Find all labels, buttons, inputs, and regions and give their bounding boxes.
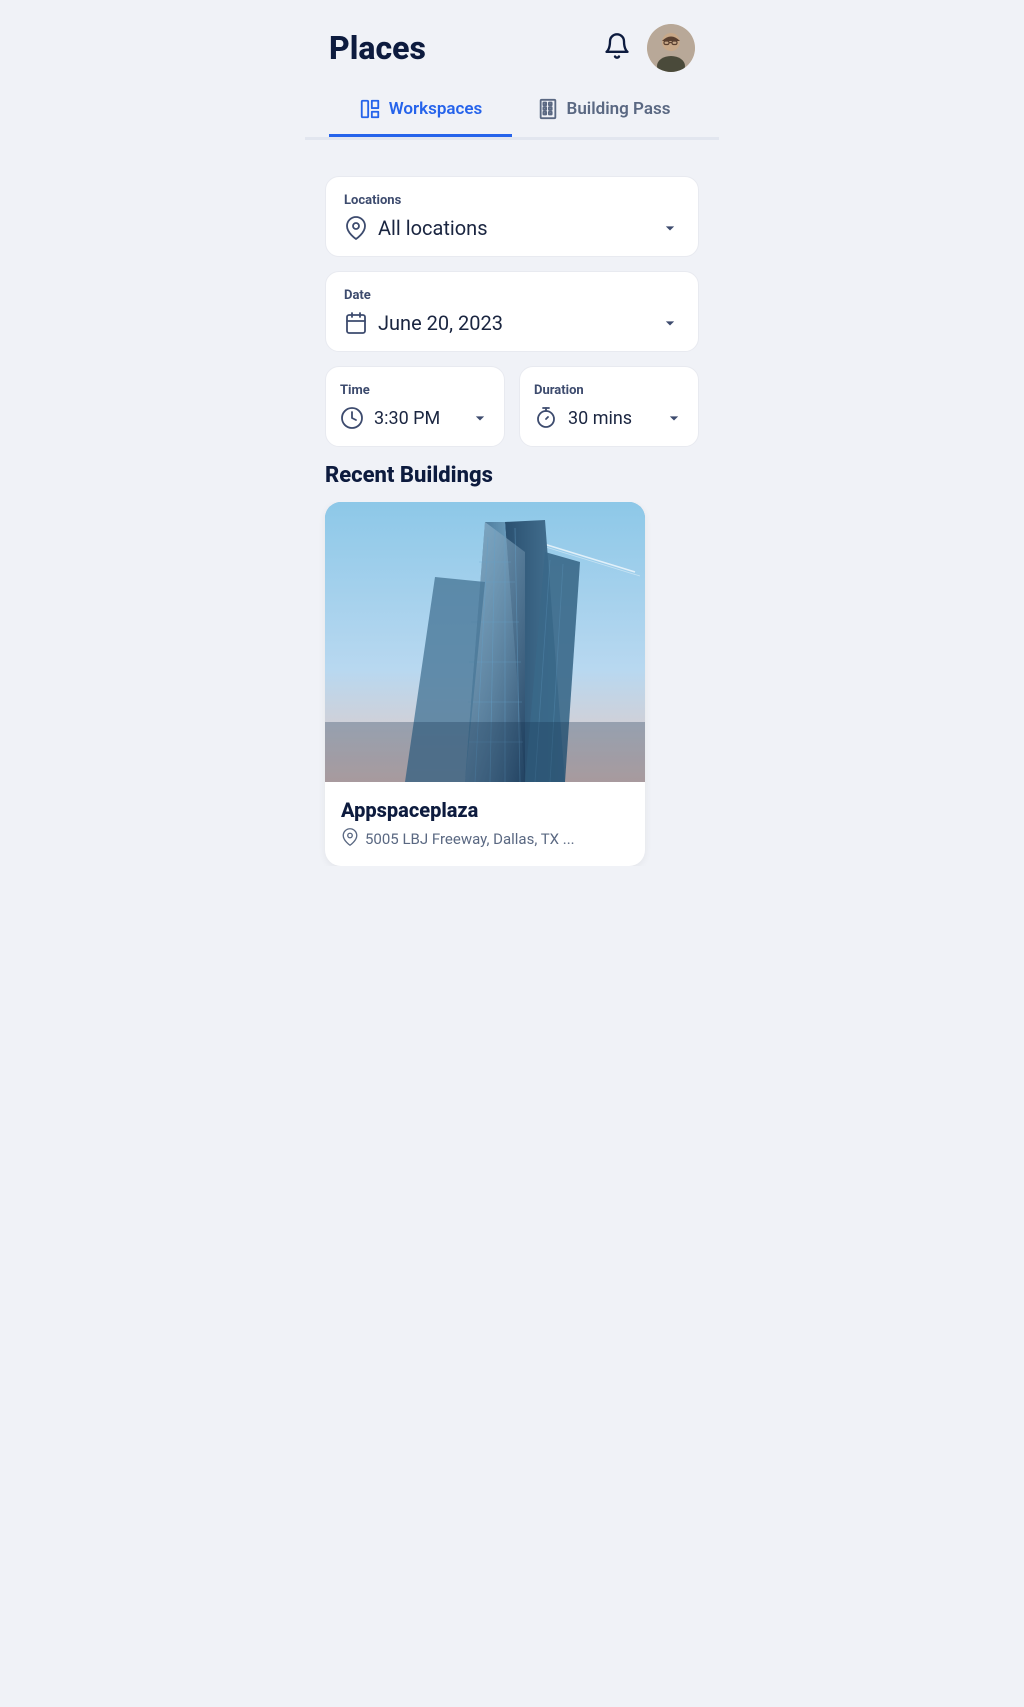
tabs-container: Workspaces bbox=[305, 84, 719, 137]
building-address: 5005 LBJ Freeway, Dallas, TX ... bbox=[365, 830, 575, 848]
duration-filter[interactable]: Duration 30 mins bbox=[519, 366, 699, 447]
avatar[interactable] bbox=[647, 24, 695, 72]
time-value-row: 3:30 PM bbox=[340, 406, 490, 430]
tab-building-pass-label: Building Pass bbox=[567, 99, 671, 119]
building-name: Appspaceplaza bbox=[341, 798, 629, 822]
clock-icon bbox=[340, 406, 364, 430]
building-icon bbox=[537, 98, 559, 120]
duration-value: 30 mins bbox=[568, 408, 632, 429]
date-filter[interactable]: Date June 20, 2023 bbox=[325, 271, 699, 352]
calendar-icon bbox=[344, 311, 368, 335]
time-duration-row: Time 3:30 PM bbox=[325, 366, 699, 447]
building-card[interactable]: Appspaceplaza 5005 LBJ Freeway, Dallas, … bbox=[325, 502, 645, 866]
location-pin-icon bbox=[344, 216, 368, 240]
time-left: 3:30 PM bbox=[340, 406, 440, 430]
building-info: Appspaceplaza 5005 LBJ Freeway, Dallas, … bbox=[325, 782, 645, 866]
locations-value-row: All locations bbox=[344, 216, 680, 240]
locations-filter[interactable]: Locations All locations bbox=[325, 176, 699, 257]
building-image bbox=[325, 502, 645, 782]
locations-value: All locations bbox=[378, 216, 488, 240]
workspace-icon bbox=[359, 98, 381, 120]
recent-buildings-title: Recent Buildings bbox=[325, 463, 699, 488]
time-filter[interactable]: Time 3:30 PM bbox=[325, 366, 505, 447]
building-address-row: 5005 LBJ Freeway, Dallas, TX ... bbox=[341, 828, 629, 850]
time-chevron-icon bbox=[470, 408, 490, 428]
duration-chevron-icon bbox=[664, 408, 684, 428]
date-left: June 20, 2023 bbox=[344, 311, 503, 335]
buildings-list: Appspaceplaza 5005 LBJ Freeway, Dallas, … bbox=[325, 502, 699, 866]
building-address-pin-icon bbox=[341, 828, 359, 850]
date-chevron-icon bbox=[660, 313, 680, 333]
header-actions bbox=[603, 24, 695, 72]
time-label: Time bbox=[340, 383, 490, 398]
date-value: June 20, 2023 bbox=[378, 311, 503, 335]
tab-workspaces-label: Workspaces bbox=[389, 99, 483, 119]
bell-icon[interactable] bbox=[603, 32, 631, 64]
duration-label: Duration bbox=[534, 383, 684, 398]
time-value: 3:30 PM bbox=[374, 408, 440, 429]
buildings-scroll: Appspaceplaza 5005 LBJ Freeway, Dallas, … bbox=[305, 502, 719, 866]
date-value-row: June 20, 2023 bbox=[344, 311, 680, 335]
date-label: Date bbox=[344, 288, 680, 303]
locations-left: All locations bbox=[344, 216, 488, 240]
duration-value-row: 30 mins bbox=[534, 406, 684, 430]
page-title: Places bbox=[329, 29, 426, 67]
locations-label: Locations bbox=[344, 193, 680, 208]
tab-building-pass[interactable]: Building Pass bbox=[512, 84, 695, 137]
header: Places bbox=[305, 0, 719, 84]
duration-left: 30 mins bbox=[534, 406, 632, 430]
stopwatch-icon bbox=[534, 406, 558, 430]
content-area: Locations All locations bbox=[305, 140, 719, 866]
locations-chevron-icon bbox=[660, 218, 680, 238]
tab-workspaces[interactable]: Workspaces bbox=[329, 84, 512, 137]
